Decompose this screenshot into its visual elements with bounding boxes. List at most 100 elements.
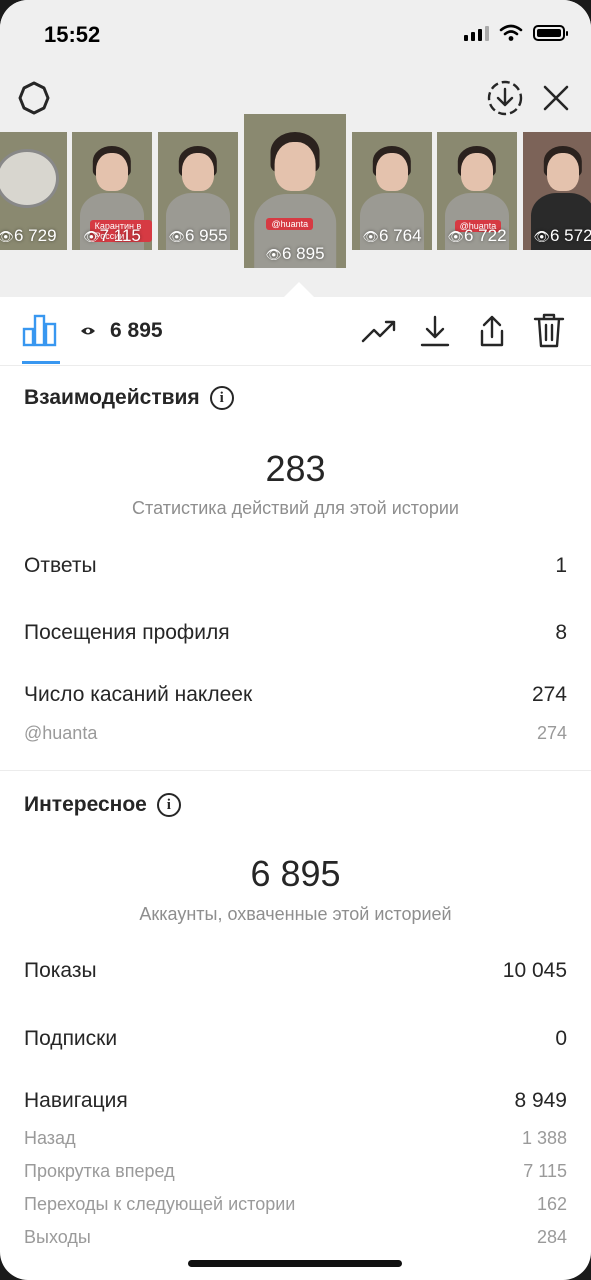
- stat-label: Ответы: [24, 554, 97, 577]
- navigation-value: 7 115: [523, 1161, 567, 1181]
- navigation-row: Прокрутка вперед 7 115: [24, 1161, 567, 1182]
- stat-label: Посещения профиля: [24, 621, 230, 644]
- navigation-value: 284: [536, 1227, 567, 1247]
- active-tab-indicator: [22, 361, 60, 364]
- stat-row: Посещения профиля 8: [24, 621, 567, 645]
- stat-row: Ответы 1: [24, 554, 567, 578]
- home-indicator: [188, 1260, 402, 1267]
- navigation-value: 162: [536, 1194, 567, 1214]
- story-caption: @huanta: [266, 218, 314, 230]
- sticker-label: @huanta: [24, 723, 98, 743]
- navigation-row: Переходы к следующей истории 162: [24, 1194, 567, 1215]
- story-thumbnail[interactable]: Карантин в России 👁7 115: [72, 132, 152, 250]
- story-thumbnail[interactable]: 👁6 572: [523, 132, 591, 250]
- story-views: 👁6 729: [0, 226, 67, 246]
- story-views: 👁6 722: [437, 226, 517, 246]
- eye-icon: [81, 327, 95, 335]
- story-views: 👁6 764: [352, 226, 432, 246]
- status-time: 15:52: [44, 22, 101, 47]
- discovery-section: Интересное i 6 895 Аккаунты, охваченные …: [0, 771, 591, 1251]
- stat-value: 1: [555, 554, 567, 577]
- story-views: 👁6 572: [523, 226, 591, 246]
- trend-icon: [361, 320, 396, 343]
- navigation-label: Прокрутка вперед: [24, 1161, 175, 1181]
- eye-icon: 👁: [83, 229, 100, 244]
- gear-icon: [18, 81, 50, 115]
- stat-row: Число касаний наклеек 274: [24, 683, 567, 707]
- story-views-count: 7 115: [99, 226, 141, 245]
- navigation-row: Выходы 284: [24, 1227, 567, 1248]
- wifi-icon: [499, 24, 523, 41]
- stat-label: Навигация: [24, 1089, 128, 1112]
- download-icon: [420, 315, 450, 347]
- story-views: 👁6 895: [244, 244, 346, 264]
- stat-value: 8: [555, 621, 567, 644]
- story-views-count: 6 955: [184, 226, 228, 245]
- navigation-row: Назад 1 388: [24, 1128, 567, 1149]
- interactions-section: Взаимодействия i 283 Статистика действий…: [0, 366, 591, 771]
- close-button[interactable]: [536, 78, 576, 118]
- story-views: 👁7 115: [72, 226, 152, 246]
- stories-carousel[interactable]: 👁6 729 Карантин в России 👁7 115 👁6 955 @huan…: [0, 114, 591, 274]
- settings-button[interactable]: [14, 78, 54, 118]
- discovery-title: Интересное i: [24, 793, 181, 817]
- download-circle-icon: [487, 80, 523, 116]
- story-toolbar: 6 895: [0, 297, 591, 366]
- eye-icon: 👁: [447, 229, 464, 244]
- trash-icon: [533, 313, 565, 348]
- close-icon: [543, 85, 569, 111]
- info-icon[interactable]: i: [209, 386, 234, 410]
- story-thumbnail[interactable]: 👁6 764: [352, 132, 432, 250]
- eye-icon: 👁: [265, 247, 282, 262]
- story-views-count: 6 722: [463, 226, 507, 245]
- sticker-value: 274: [536, 723, 567, 743]
- stat-value: 274: [531, 683, 567, 706]
- sticker-row[interactable]: @huanta 274: [24, 723, 567, 744]
- discovery-total: 6 895: [250, 853, 341, 894]
- screen: 15:52 👁6 729 Карантин в России 👁7 115 👁6…: [0, 0, 591, 1280]
- stat-label: Число касаний наклеек: [24, 683, 253, 706]
- eye-icon: 👁: [0, 229, 14, 244]
- share-icon: [480, 315, 504, 347]
- story-thumbnail[interactable]: 👁6 729: [0, 132, 67, 250]
- stat-row: Навигация 8 949: [24, 1089, 567, 1113]
- story-views: 👁6 955: [158, 226, 238, 246]
- info-icon[interactable]: i: [156, 793, 181, 817]
- story-thumbnail[interactable]: @huanta 👁6 722: [437, 132, 517, 250]
- selected-story-pointer: [284, 282, 314, 297]
- navigation-label: Переходы к следующей истории: [24, 1194, 296, 1214]
- stat-value: 8 949: [514, 1089, 567, 1112]
- delete-button[interactable]: [532, 313, 566, 354]
- interactions-title: Взаимодействия i: [24, 386, 234, 410]
- save-story-button[interactable]: [484, 78, 526, 118]
- stat-value: 10 045: [502, 959, 567, 982]
- story-thumbnail[interactable]: 👁6 955: [158, 132, 238, 250]
- discovery-subtitle: Аккаунты, охваченные этой историей: [139, 904, 452, 924]
- stat-row: Показы 10 045: [24, 959, 567, 983]
- story-views-count: 6 764: [378, 226, 422, 245]
- story-thumbnail[interactable]: @huanta 👁6 895: [244, 114, 346, 268]
- story-views-count: 6 572: [549, 226, 591, 245]
- interactions-title-text: Взаимодействия: [24, 386, 200, 409]
- interactions-total: 283: [265, 448, 326, 489]
- navigation-label: Выходы: [24, 1227, 91, 1247]
- story-views-count: 6 895: [281, 244, 325, 263]
- eye-icon: 👁: [362, 229, 379, 244]
- stat-row: Подписки 0: [24, 1027, 567, 1051]
- download-button[interactable]: [418, 313, 452, 354]
- promote-button[interactable]: [360, 313, 398, 354]
- stat-value: 0: [555, 1027, 567, 1050]
- eye-icon: 👁: [168, 229, 185, 244]
- status-icons: [464, 24, 568, 42]
- story-image: [0, 148, 59, 208]
- viewers-button[interactable]: 6 895: [80, 319, 163, 343]
- insights-tab[interactable]: [22, 313, 58, 352]
- stat-label: Показы: [24, 959, 97, 982]
- navigation-label: Назад: [24, 1128, 76, 1148]
- stories-header: 15:52 👁6 729 Карантин в России 👁7 115 👁6…: [0, 0, 591, 297]
- battery-icon: [533, 25, 568, 41]
- share-button[interactable]: [474, 313, 510, 354]
- story-views-count: 6 729: [13, 226, 57, 245]
- eye-icon: 👁: [533, 229, 550, 244]
- discovery-title-text: Интересное: [24, 793, 147, 816]
